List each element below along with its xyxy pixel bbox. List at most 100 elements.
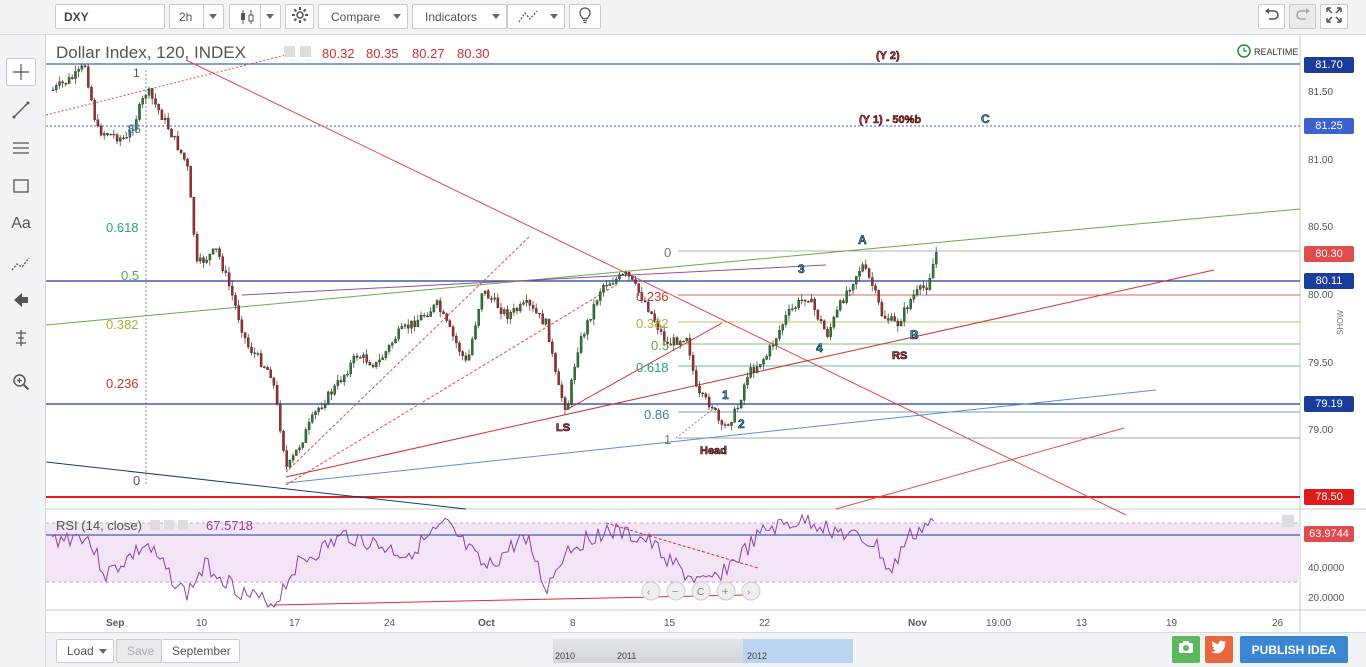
show-toggle[interactable]: SHOW — [1336, 310, 1345, 335]
y2-annotation[interactable]: (Y 2) — [876, 50, 900, 63]
navigator-strip[interactable]: 2010 2011 2012 — [553, 639, 853, 663]
undo-button[interactable] — [1258, 4, 1285, 29]
rsi-close-icon[interactable] — [178, 520, 188, 530]
layout-name[interactable]: September — [162, 639, 240, 663]
legend-low: 80.27 — [412, 46, 445, 61]
publish-idea-button[interactable]: PUBLISH IDEA — [1240, 636, 1348, 663]
pattern-icon[interactable] — [6, 250, 36, 278]
horizontal-lines-icon[interactable] — [6, 134, 36, 162]
candle-body — [819, 319, 823, 322]
candle-body — [311, 414, 314, 423]
bottom-toolbar: Load Save September 2010 2011 2012 — [46, 632, 1366, 667]
rsi-tick: 20.0000 — [1308, 593, 1345, 604]
wave-a-annotation[interactable]: A — [858, 233, 868, 248]
rectangle-icon[interactable] — [6, 172, 36, 200]
measure-icon[interactable] — [6, 324, 36, 352]
ideas-button[interactable] — [569, 4, 601, 29]
candle-body — [835, 309, 839, 318]
candle-body — [791, 308, 794, 310]
candle-body — [119, 137, 122, 142]
wave-4-annotation[interactable]: 4 — [816, 341, 824, 356]
candle-body — [435, 300, 439, 306]
candle-body — [192, 197, 196, 235]
load-label: Load — [67, 644, 94, 658]
wave-c-annotation[interactable]: C — [981, 112, 991, 127]
settings-button[interactable] — [285, 4, 314, 29]
indicators-button[interactable]: Indicators — [412, 4, 507, 29]
candle-body — [733, 408, 736, 423]
candle-body — [93, 99, 96, 120]
interval-select[interactable]: 2h — [169, 4, 224, 29]
symbol-input[interactable]: DXY — [55, 4, 165, 29]
candle-body — [455, 335, 458, 344]
candle-body — [247, 337, 250, 348]
candle-body — [912, 294, 916, 300]
chart-canvas[interactable]: Dollar Index, 120, INDEX 80.32 80.35 80.… — [46, 35, 1366, 632]
candle-body — [416, 319, 420, 327]
fib-mid-0: 0 — [664, 245, 671, 260]
redo-button[interactable] — [1289, 4, 1316, 29]
compare-button[interactable]: Compare — [318, 4, 408, 29]
fib-left-05: 0.5 — [121, 268, 139, 283]
candle-body — [371, 364, 375, 368]
candle-body — [387, 344, 391, 352]
candle-body — [883, 315, 887, 319]
fib-mid-0236: 0.236 — [636, 289, 669, 304]
save-button[interactable]: Save — [116, 639, 162, 663]
scroll-left-icon[interactable] — [641, 581, 661, 601]
candle-body — [221, 256, 224, 272]
publish-label: PUBLISH IDEA — [1251, 642, 1337, 657]
candle-body — [407, 324, 410, 329]
candle-body — [589, 318, 592, 321]
crosshair-icon[interactable] — [6, 58, 36, 86]
candle-body — [365, 354, 368, 363]
snapshot-button[interactable] — [1172, 636, 1200, 663]
candle-body — [483, 290, 487, 294]
candle-body — [675, 337, 679, 345]
load-button[interactable]: Load — [56, 639, 114, 663]
rsi-maximize-icon[interactable] — [1282, 515, 1294, 527]
redo-icon — [1295, 7, 1311, 26]
drawing-tools-select[interactable] — [507, 4, 565, 29]
rs-annotation[interactable]: RS — [892, 350, 908, 363]
price-tag-80-11: 80.11 — [1304, 273, 1354, 289]
time-axis[interactable]: Sep 10 17 24 Oct 8 15 22 Nov 19:00 13 19 26 — [106, 618, 1284, 629]
arrow-left-icon[interactable] — [6, 286, 36, 314]
trend-line-icon[interactable] — [6, 96, 36, 124]
wave-3-annotation[interactable]: 3 — [798, 262, 806, 277]
chart-style-select[interactable] — [229, 4, 281, 29]
y1-annotation[interactable]: (Y 1) - 50%b — [859, 114, 922, 127]
svg-text:+: + — [722, 586, 728, 598]
text-tool-icon[interactable]: Aa — [6, 210, 36, 238]
candle-body — [723, 424, 727, 426]
twitter-button[interactable] — [1205, 636, 1233, 663]
candle-body — [544, 318, 548, 325]
candle-body — [125, 137, 128, 139]
gear-icon — [291, 6, 309, 27]
fullscreen-icon — [1326, 7, 1342, 26]
scroll-right-icon[interactable] — [741, 581, 761, 601]
wave-b-annotation[interactable]: B — [910, 328, 920, 343]
eye-icon[interactable] — [284, 46, 295, 57]
realtime-label: REALTIME — [1254, 47, 1298, 57]
candle-body — [714, 407, 717, 410]
candle-body — [234, 295, 237, 306]
rsi-settings-icon[interactable] — [164, 520, 174, 530]
rsi-eye-icon[interactable] — [150, 520, 160, 530]
wave-1-annotation[interactable]: 1 — [722, 388, 730, 403]
settings-small-icon[interactable] — [300, 46, 311, 57]
head-annotation[interactable]: Head — [700, 445, 728, 458]
candle-body — [871, 277, 874, 286]
ls-annotation[interactable]: LS — [556, 422, 571, 435]
wave-2-annotation[interactable]: 2 — [738, 417, 746, 432]
candle-body — [327, 391, 330, 405]
candle-body — [867, 268, 871, 278]
candle-body — [410, 320, 413, 329]
fullscreen-button[interactable] — [1320, 4, 1348, 29]
candle-body — [554, 353, 557, 372]
candle-body — [413, 320, 416, 327]
candle-body — [627, 272, 631, 277]
chevron-down-icon — [550, 14, 558, 19]
zoom-icon[interactable] — [6, 368, 36, 396]
candle-body — [218, 248, 221, 257]
